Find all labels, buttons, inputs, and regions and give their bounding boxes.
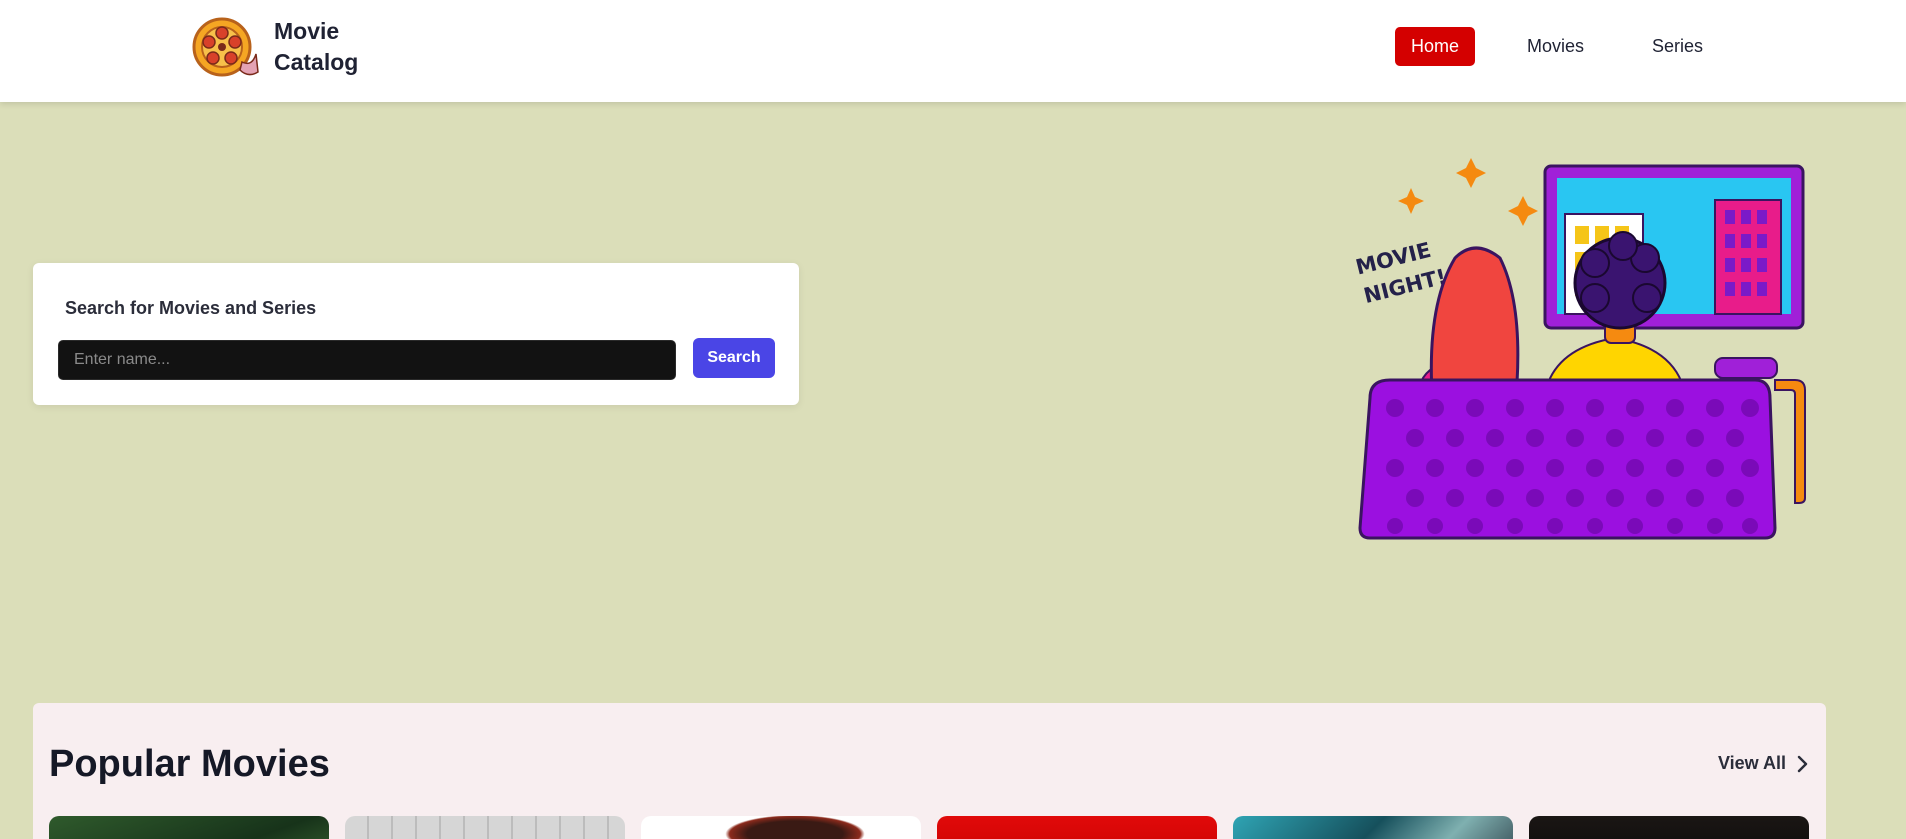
sparkle-icon bbox=[1398, 188, 1424, 214]
movie-card[interactable] bbox=[1233, 816, 1513, 839]
chevron-right-icon bbox=[1797, 755, 1808, 772]
nav-home[interactable]: Home bbox=[1395, 27, 1476, 66]
search-heading: Search for Movies and Series bbox=[65, 298, 317, 318]
nav-movies[interactable]: Movies bbox=[1511, 27, 1600, 66]
search-button[interactable]: Search bbox=[693, 338, 775, 378]
movie-card[interactable] bbox=[49, 816, 329, 839]
movie-card[interactable] bbox=[345, 816, 625, 839]
movie-night-illustration: MOVIE NIGHT! bbox=[1355, 158, 1806, 540]
movie-card[interactable] bbox=[641, 816, 921, 839]
sparkle-icon bbox=[1456, 158, 1486, 188]
search-input[interactable] bbox=[58, 340, 676, 380]
nav-series[interactable]: Series bbox=[1636, 27, 1719, 66]
film-reel-icon bbox=[192, 17, 259, 77]
movie-card[interactable] bbox=[1529, 816, 1809, 839]
movie-cards-row bbox=[49, 816, 1809, 839]
navbar: Movie Catalog Home Movies Series bbox=[0, 0, 1906, 102]
popular-movies-section: Popular Movies View All bbox=[33, 703, 1826, 839]
brand-name-line2: Catalog bbox=[274, 49, 359, 75]
view-all-label: View All bbox=[1717, 753, 1786, 773]
brand[interactable]: Movie Catalog bbox=[190, 12, 374, 82]
view-all-link[interactable]: View All bbox=[1718, 753, 1808, 774]
brand-name-line1: Movie bbox=[274, 18, 340, 44]
sparkle-icon bbox=[1508, 196, 1538, 226]
main-nav: Home Movies Series bbox=[1395, 27, 1719, 66]
popular-movies-title: Popular Movies bbox=[49, 743, 330, 785]
search-card: Search for Movies and Series Search bbox=[33, 263, 799, 405]
movie-card[interactable] bbox=[937, 816, 1217, 839]
brand-name: Movie Catalog bbox=[274, 16, 374, 78]
